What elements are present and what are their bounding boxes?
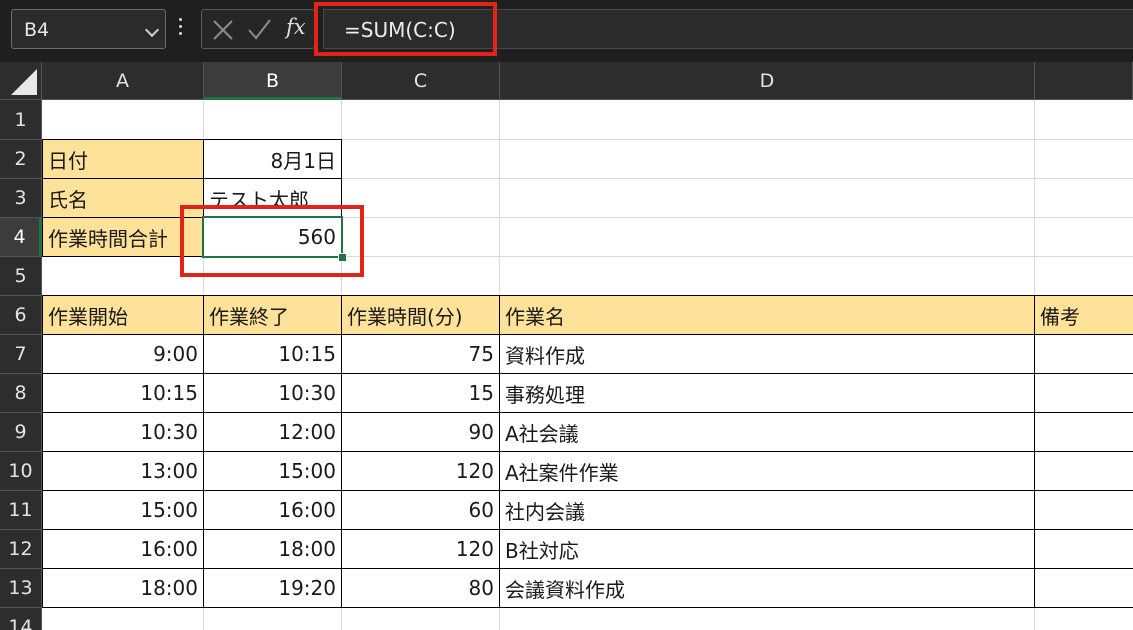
table-cell[interactable]: 10:15 [42,373,204,413]
enter-check-icon[interactable] [246,15,272,43]
chevron-down-icon[interactable] [144,22,160,38]
table-cell[interactable]: 事務処理 [499,373,1035,413]
table-cell[interactable]: 資料作成 [499,334,1035,374]
row-header-11[interactable]: 11 [0,491,42,530]
worksheet-grid[interactable]: A B C D 1 2 3 4 5 6 7 8 9 10 11 12 13 14… [0,62,1133,630]
formula-highlight-box [314,2,497,56]
table-cell[interactable]: 9:00 [42,334,204,374]
header-cell-a6[interactable]: 作業開始 [42,295,204,335]
table-cell[interactable]: 16:00 [203,490,342,530]
table-cell[interactable]: 120 [341,451,500,491]
header-cell-e6[interactable]: 備考 [1034,295,1133,335]
table-cell[interactable]: 15:00 [203,451,342,491]
table-cell[interactable]: 10:30 [203,373,342,413]
table-cell[interactable] [1034,334,1133,374]
table-cell[interactable]: 10:30 [42,412,204,452]
row-header-3[interactable]: 3 [0,179,42,218]
table-cell[interactable]: 社内会議 [499,490,1035,530]
row-header-1[interactable]: 1 [0,100,42,140]
table-cell[interactable]: A社会議 [499,412,1035,452]
table-cell[interactable] [1034,568,1133,608]
table-cell[interactable] [1034,451,1133,491]
table-cell[interactable]: 15 [341,373,500,413]
formula-edit-buttons: fx [201,9,315,49]
column-header-b[interactable]: B [204,62,342,100]
table-cell[interactable]: 15:00 [42,490,204,530]
table-cell[interactable]: A社案件作業 [499,451,1035,491]
vertical-dots-icon[interactable] [179,18,183,38]
cell-b2[interactable]: 8月1日 [203,139,342,179]
header-cell-c6[interactable]: 作業時間(分) [341,295,500,335]
table-cell[interactable] [1034,412,1133,452]
select-all-button[interactable] [0,62,42,100]
table-cell[interactable]: 18:00 [203,529,342,569]
table-cell[interactable]: 16:00 [42,529,204,569]
row-header-2[interactable]: 2 [0,140,42,179]
row-header-6[interactable]: 6 [0,296,42,335]
table-cell[interactable]: 10:15 [203,334,342,374]
row-header-10[interactable]: 10 [0,452,42,491]
cell-a2[interactable]: 日付 [42,139,204,179]
row-header-7[interactable]: 7 [0,335,42,374]
table-cell[interactable]: 19:20 [203,568,342,608]
table-cell[interactable]: 80 [341,568,500,608]
row-header-13[interactable]: 13 [0,569,42,608]
table-cell[interactable] [1034,529,1133,569]
column-header-a[interactable]: A [42,62,204,100]
row-header-9[interactable]: 9 [0,413,42,452]
row-header-14[interactable]: 14 [0,608,42,630]
formula-bar: B4 fx =SUM(C:C) [0,0,1133,62]
name-box-value: B4 [24,19,50,41]
row-header-5[interactable]: 5 [0,257,42,296]
table-cell[interactable]: B社対応 [499,529,1035,569]
table-cell[interactable]: 13:00 [42,451,204,491]
table-cell[interactable]: 90 [341,412,500,452]
row-header-12[interactable]: 12 [0,530,42,569]
column-header-c[interactable]: C [342,62,500,100]
cell-highlight-box [180,205,364,277]
row-header-4[interactable]: 4 [0,218,42,257]
name-box[interactable]: B4 [11,9,166,49]
header-cell-d6[interactable]: 作業名 [499,295,1035,335]
header-cell-b6[interactable]: 作業終了 [203,295,342,335]
fx-icon[interactable]: fx [286,15,306,39]
column-header-d[interactable]: D [500,62,1035,100]
table-cell[interactable] [1034,373,1133,413]
table-cell[interactable]: 120 [341,529,500,569]
cancel-x-icon[interactable] [210,15,236,43]
table-cell[interactable]: 会議資料作成 [499,568,1035,608]
table-cell[interactable]: 75 [341,334,500,374]
column-header-e[interactable] [1035,62,1133,100]
table-cell[interactable]: 12:00 [203,412,342,452]
table-cell[interactable]: 60 [341,490,500,530]
row-header-8[interactable]: 8 [0,374,42,413]
table-cell[interactable] [1034,490,1133,530]
table-cell[interactable]: 18:00 [42,568,204,608]
